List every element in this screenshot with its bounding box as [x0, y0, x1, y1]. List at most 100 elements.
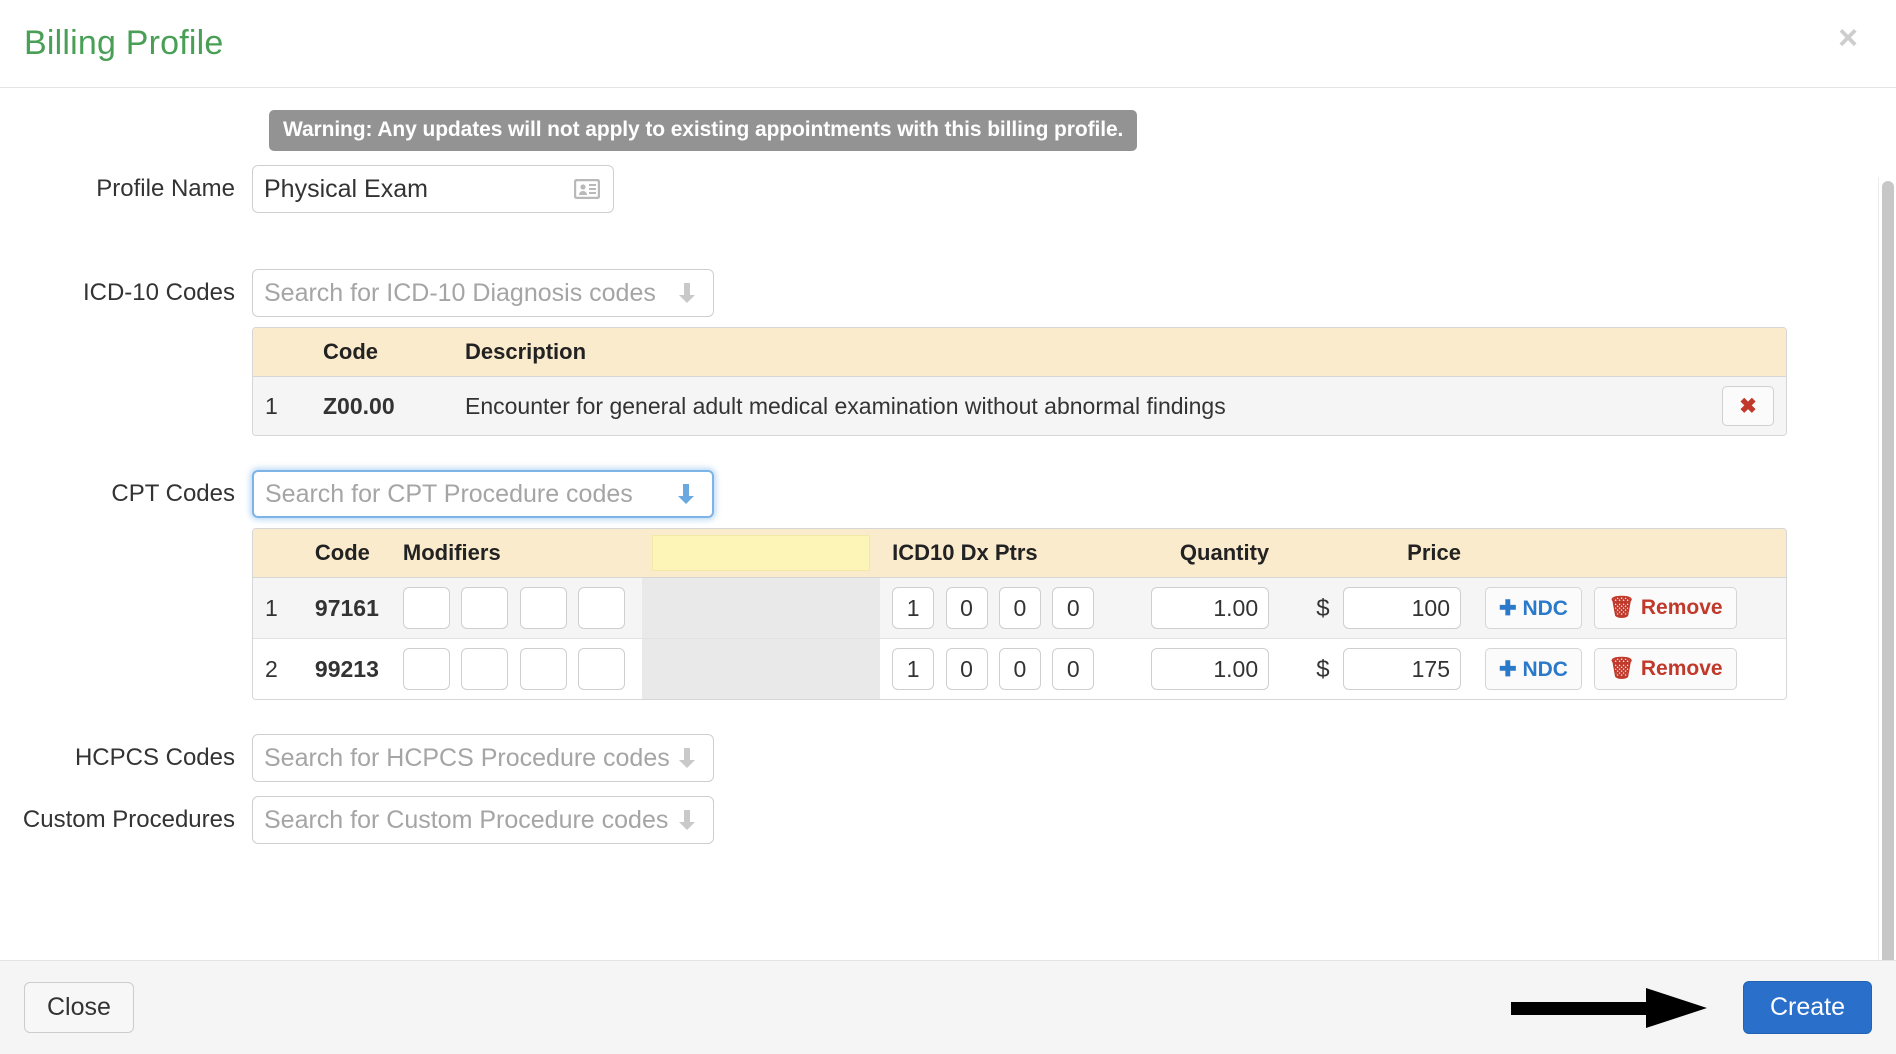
cpt-row-dx-ptrs — [880, 578, 1116, 639]
cpt-row-quantity — [1115, 578, 1282, 639]
cpt-quantity-input[interactable] — [1151, 648, 1270, 690]
trash-icon: 🗑 — [1608, 657, 1636, 680]
cpt-dx-ptr-input-2[interactable] — [945, 587, 988, 629]
cpt-quantity-input[interactable] — [1151, 587, 1270, 629]
cpt-dx-ptr-input-4[interactable] — [1052, 648, 1095, 690]
billing-profile-modal: Billing Profile × Warning: Any updates w… — [0, 0, 1896, 1054]
cpt-row-price: $ — [1281, 578, 1473, 639]
modal-footer: Close Create — [0, 960, 1896, 1054]
custom-procedures-label: Custom Procedures — [22, 806, 235, 833]
hcpcs-row: HCPCS Codes Search for HCPCS Procedure c… — [0, 734, 1896, 782]
icd10-label: ICD-10 Codes — [82, 279, 235, 306]
hcpcs-search-placeholder: Search for HCPCS Procedure codes — [264, 743, 670, 772]
arrow-down-icon — [678, 484, 694, 504]
icd10-search-input[interactable]: Search for ICD-10 Diagnosis codes — [252, 269, 714, 317]
icd10-table-body: 1 Z00.00 Encounter for general adult med… — [253, 377, 1786, 435]
cpt-col-quantity: Quantity — [1115, 529, 1282, 578]
icd10-remove-button[interactable]: ✖ — [1722, 386, 1774, 426]
warning-banner-wrap: Warning: Any updates will not apply to e… — [0, 110, 1896, 151]
cpt-dx-ptr-input-3[interactable] — [998, 587, 1041, 629]
cpt-search-input[interactable]: Search for CPT Procedure codes — [252, 470, 714, 518]
icd10-col-code: Code — [311, 328, 453, 377]
cpt-dx-ptr-input-1[interactable] — [892, 587, 935, 629]
icd10-col-description: Description — [453, 328, 1652, 377]
icd10-row-code: Z00.00 — [323, 392, 395, 419]
remove-cpt-button[interactable]: 🗑 Remove — [1594, 587, 1737, 629]
cpt-row-index: 1 — [253, 578, 303, 639]
cpt-modifier-input-1[interactable] — [402, 587, 450, 629]
warning-banner: Warning: Any updates will not apply to e… — [269, 110, 1138, 151]
cpt-table-head: Code Modifiers ICD10 Dx Ptrs Quantity Pr… — [253, 529, 1786, 578]
cpt-dx-ptr-input-4[interactable] — [1052, 587, 1095, 629]
table-row: 1 Z00.00 Encounter for general adult med… — [253, 377, 1786, 435]
remove-cpt-label: Remove — [1640, 596, 1723, 619]
cpt-dx-ptr-input-3[interactable] — [998, 648, 1041, 690]
modal-header: Billing Profile × — [0, 0, 1896, 88]
profile-name-input[interactable] — [252, 165, 614, 213]
cpt-table-body: 1 97161 1 0 0 0 1.00 $ 100 ✚ NDC 🗑 Remov… — [253, 578, 1786, 699]
remove-cpt-button[interactable]: 🗑 Remove — [1594, 648, 1737, 690]
cpt-label: CPT Codes — [111, 480, 235, 507]
remove-cpt-label: Remove — [1640, 657, 1723, 680]
add-ndc-label: NDC — [1522, 657, 1568, 681]
cpt-row-price: $ — [1281, 639, 1473, 699]
currency-symbol: $ — [1316, 655, 1330, 683]
icd10-row-description: Encounter for general adult medical exam… — [465, 392, 1226, 419]
cpt-modifier-input-3[interactable] — [519, 648, 567, 690]
cpt-row-code: 97161 — [302, 578, 391, 639]
cpt-col-price: Price — [1281, 529, 1473, 578]
icd10-row: ICD-10 Codes Search for ICD-10 Diagnosis… — [0, 269, 1896, 436]
cpt-col-highlight — [642, 529, 881, 578]
cpt-modifier-input-4[interactable] — [578, 587, 626, 629]
cpt-row-code: 99213 — [314, 655, 379, 682]
close-button[interactable]: Close — [24, 982, 134, 1033]
profile-name-row: Profile Name — [0, 165, 1896, 213]
arrow-down-icon — [679, 748, 695, 768]
cpt-dx-ptr-input-1[interactable] — [892, 648, 935, 690]
cpt-col-index — [253, 529, 303, 578]
modal-body: Warning: Any updates will not apply to e… — [0, 88, 1896, 960]
arrow-down-icon — [679, 283, 695, 303]
create-button[interactable]: Create — [1742, 981, 1872, 1034]
scrollbar-thumb[interactable] — [1882, 181, 1894, 960]
custom-procedures-search-input[interactable]: Search for Custom Procedure codes — [252, 796, 714, 844]
cpt-modifier-input-4[interactable] — [578, 648, 626, 690]
custom-procedures-field-col: Search for Custom Procedure codes — [252, 796, 1896, 844]
cpt-modifier-input-2[interactable] — [461, 648, 509, 690]
icd10-field-col: Search for ICD-10 Diagnosis codes Code D… — [252, 269, 1896, 436]
cpt-table: Code Modifiers ICD10 Dx Ptrs Quantity Pr… — [252, 528, 1787, 700]
cpt-row-highlight-cell — [642, 578, 881, 639]
close-icon[interactable]: × — [1832, 20, 1864, 56]
cpt-row-index: 2 — [265, 655, 278, 682]
profile-name-label: Profile Name — [96, 175, 235, 202]
hcpcs-field-col: Search for HCPCS Procedure codes — [252, 734, 1896, 782]
cpt-modifier-input-3[interactable] — [519, 587, 567, 629]
icd10-header-row: Code Description — [253, 328, 1786, 377]
cpt-col-actions — [1473, 529, 1786, 578]
cpt-field-col: Search for CPT Procedure codes Code Modi… — [252, 470, 1896, 700]
icd10-row-actions: ✖ — [1652, 377, 1786, 435]
add-ndc-button[interactable]: ✚ NDC — [1485, 587, 1582, 629]
hcpcs-label: HCPCS Codes — [74, 744, 235, 771]
icd10-table: Code Description 1 Z00.00 Encounter for … — [252, 327, 1787, 436]
cpt-col-highlight-box — [652, 535, 871, 571]
custom-procedures-row: Custom Procedures Search for Custom Proc… — [0, 796, 1896, 844]
cpt-modifier-input-2[interactable] — [461, 587, 509, 629]
cpt-row-highlight-cell — [642, 639, 881, 699]
cpt-price-input[interactable] — [1343, 648, 1461, 690]
cpt-row-modifiers — [390, 578, 643, 639]
hcpcs-search-input[interactable]: Search for HCPCS Procedure codes — [252, 734, 714, 782]
profile-name-field-col — [252, 165, 1896, 213]
vertical-scrollbar[interactable] — [1878, 177, 1896, 960]
black-arrow-pointing-right-icon — [1511, 987, 1707, 1028]
add-ndc-button[interactable]: ✚ NDC — [1485, 648, 1582, 690]
cpt-price-input[interactable] — [1343, 587, 1461, 629]
cpt-modifier-input-1[interactable] — [402, 648, 450, 690]
cpt-row-dx-ptrs — [880, 639, 1115, 699]
table-row: 2 99213 1 0 0 0 1.00 $ 175 ✚ NDC 🗑 Remov… — [253, 639, 1786, 699]
cpt-header-row: Code Modifiers ICD10 Dx Ptrs Quantity Pr… — [253, 529, 1786, 578]
cpt-dx-ptr-input-2[interactable] — [945, 648, 988, 690]
